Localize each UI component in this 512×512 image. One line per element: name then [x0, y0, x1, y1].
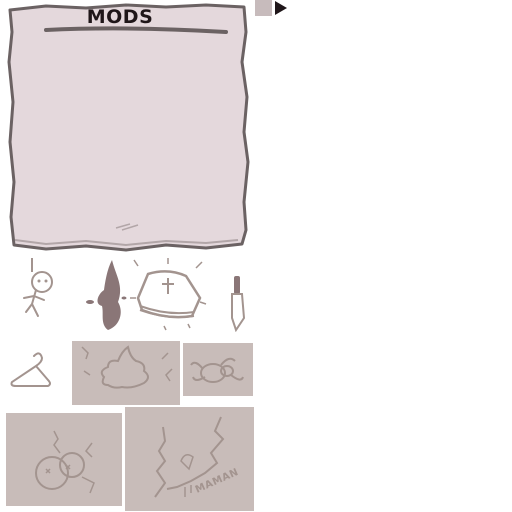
stone-book-icon [130, 258, 207, 331]
hanged-figure-icon [23, 258, 53, 317]
mods-panel [7, 3, 250, 252]
page-swatch[interactable] [255, 0, 272, 16]
poop-icon [72, 341, 180, 405]
spider-icon [183, 343, 253, 396]
cracked-faces-icon [6, 413, 122, 506]
play-arrow-icon[interactable] [273, 0, 289, 16]
blood-splatter-icon [86, 260, 127, 330]
knife-icon [231, 276, 246, 332]
coat-hanger-icon [10, 352, 51, 387]
maman-wall-icon: MAMAN [125, 407, 254, 511]
page-title: MODS [86, 6, 154, 28]
